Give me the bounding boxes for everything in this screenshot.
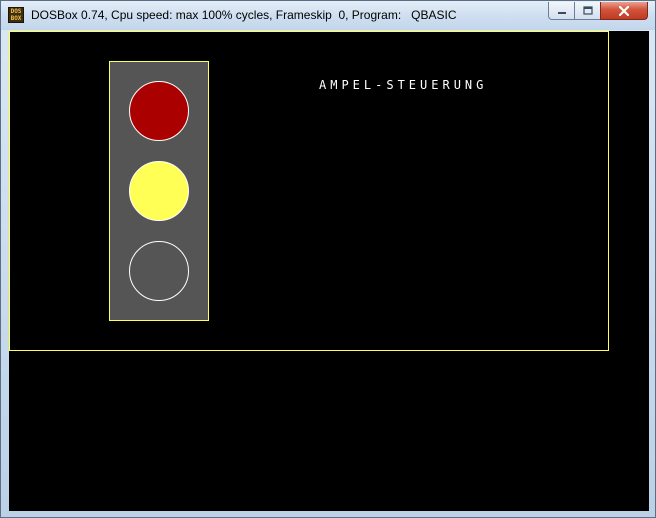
dosbox-icon[interactable]: DOS BOX [8, 7, 24, 23]
program-heading: AMPEL-STEUERUNG [319, 78, 488, 92]
close-icon [618, 5, 630, 16]
dos-screen[interactable]: AMPEL-STEUERUNG [9, 31, 649, 511]
icon-text-bottom: BOX [10, 15, 22, 22]
title-bar[interactable]: DOS BOX DOSBox 0.74, Cpu speed: max 100%… [1, 1, 655, 30]
window-title: DOSBox 0.74, Cpu speed: max 100% cycles,… [31, 8, 457, 22]
red-lamp [129, 81, 189, 141]
minimize-icon [557, 11, 566, 14]
maximize-button[interactable] [574, 2, 601, 20]
minimize-button[interactable] [548, 2, 575, 20]
maximize-icon [582, 5, 593, 15]
green-lamp [129, 241, 189, 301]
screen-frame [9, 31, 609, 351]
close-button[interactable] [600, 2, 648, 20]
yellow-lamp [129, 161, 189, 221]
traffic-light-housing [109, 61, 209, 321]
icon-text-top: DOS [10, 8, 22, 15]
dosbox-window: DOS BOX DOSBox 0.74, Cpu speed: max 100%… [0, 0, 656, 518]
